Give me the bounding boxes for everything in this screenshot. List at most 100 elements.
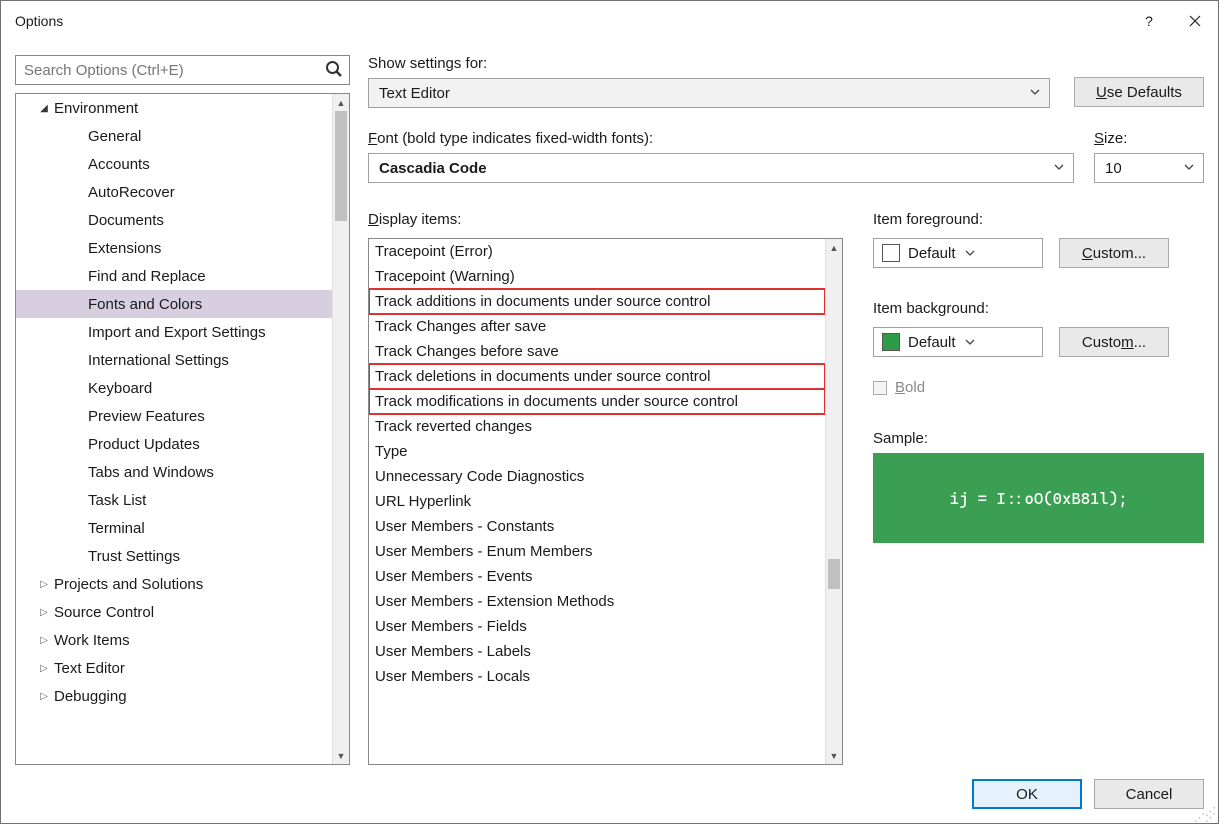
fg-custom-button[interactable]: Custom...	[1059, 238, 1169, 268]
bold-checkbox[interactable]	[873, 381, 887, 395]
caret-expanded-icon	[36, 103, 52, 114]
scrollbar-thumb[interactable]	[335, 111, 347, 221]
bold-checkbox-row[interactable]: Bold	[873, 379, 1204, 396]
tree-node[interactable]: Find and Replace	[16, 262, 332, 290]
chevron-down-icon	[1029, 86, 1041, 98]
size-combo[interactable]: 10	[1094, 153, 1204, 183]
list-item[interactable]: Tracepoint (Error)	[369, 239, 825, 264]
item-bg-combo[interactable]: Default	[873, 327, 1043, 357]
display-items-label: Display items:	[368, 211, 843, 228]
dialog-body: Environment General AccountsAutoRecoverDoc…	[1, 41, 1218, 779]
font-combo[interactable]: Cascadia Code	[368, 153, 1074, 183]
tree-node-label: Product Updates	[86, 436, 200, 453]
scroll-up-icon[interactable]: ▲	[826, 239, 842, 256]
options-tree-wrap: Environment General AccountsAutoRecoverDoc…	[15, 93, 350, 765]
list-item[interactable]: Tracepoint (Warning)	[369, 264, 825, 289]
sample-preview: ij = I::oO(0xB81l);	[873, 453, 1204, 543]
tree-node-label: Terminal	[86, 520, 145, 537]
tree-node[interactable]: Task List	[16, 486, 332, 514]
list-item[interactable]: Track deletions in documents under sourc…	[369, 364, 825, 389]
tree-node[interactable]: Work Items	[16, 626, 332, 654]
list-item[interactable]: Track Changes after save	[369, 314, 825, 339]
list-item[interactable]: URL Hyperlink	[369, 489, 825, 514]
tree-node[interactable]: Product Updates	[16, 430, 332, 458]
item-fg-label: Item foreground:	[873, 211, 1204, 228]
options-dialog: Options ? EnvironmentGeneralAccountsAuto…	[0, 0, 1219, 824]
list-item[interactable]: User Members - Constants	[369, 514, 825, 539]
tree-node[interactable]: Text Editor	[16, 654, 332, 682]
tree-node-label: General	[86, 128, 141, 145]
scrollbar-thumb[interactable]	[828, 559, 840, 589]
list-item[interactable]: User Members - Extension Methods	[369, 589, 825, 614]
tree-node[interactable]: Tabs and Windows	[16, 458, 332, 486]
tree-node-label: Source Control	[52, 604, 154, 621]
tree-scrollbar[interactable]: ▲ ▼	[332, 94, 349, 764]
font-value: Cascadia Code	[379, 160, 487, 177]
list-item[interactable]: User Members - Labels	[369, 639, 825, 664]
tree-node-label: Tabs and Windows	[86, 464, 214, 481]
tree-node[interactable]: Terminal	[16, 514, 332, 542]
tree-node[interactable]: Extensions	[16, 234, 332, 262]
search-field-wrap[interactable]	[15, 55, 350, 85]
scroll-up-icon[interactable]: ▲	[333, 94, 349, 111]
tree-node-label: Preview Features	[86, 408, 205, 425]
sample-label: Sample:	[873, 430, 1204, 447]
list-item[interactable]: Track additions in documents under sourc…	[369, 289, 825, 314]
tree-node-label: Debugging	[52, 688, 127, 705]
main-panel: Show settings for: Text Editor Use Defau…	[368, 55, 1204, 765]
tree-node[interactable]: Source Control	[16, 598, 332, 626]
list-scrollbar[interactable]: ▲ ▼	[825, 239, 842, 764]
tree-node[interactable]: Debugging	[16, 682, 332, 710]
tree-node[interactable]: AutoRecover	[16, 178, 332, 206]
size-label: Size:	[1094, 130, 1204, 147]
list-item[interactable]: User Members - Enum Members	[369, 539, 825, 564]
list-item[interactable]: Type	[369, 439, 825, 464]
search-input[interactable]	[22, 61, 319, 80]
tree-node-label: Text Editor	[52, 660, 125, 677]
ok-button[interactable]: OK	[972, 779, 1082, 809]
list-item[interactable]: Track Changes before save	[369, 339, 825, 364]
bold-label: Bold	[895, 379, 925, 396]
tree-node[interactable]: International Settings	[16, 346, 332, 374]
list-item[interactable]: Unnecessary Code Diagnostics	[369, 464, 825, 489]
list-item[interactable]: User Members - Locals	[369, 664, 825, 689]
tree-node-label: Keyboard	[86, 380, 152, 397]
scroll-down-icon[interactable]: ▼	[333, 747, 349, 764]
help-icon: ?	[1145, 13, 1153, 29]
bg-custom-button[interactable]: Custom...	[1059, 327, 1169, 357]
sidebar: Environment General AccountsAutoRecoverDoc…	[15, 55, 350, 765]
tree-node[interactable]: Keyboard	[16, 374, 332, 402]
scrollbar-track[interactable]	[333, 111, 349, 747]
show-settings-combo[interactable]: Text Editor	[368, 78, 1050, 108]
display-items-list[interactable]: Tracepoint (Error)Tracepoint (Warning)Tr…	[368, 238, 843, 765]
cancel-button[interactable]: Cancel	[1094, 779, 1204, 809]
list-item[interactable]: User Members - Events	[369, 564, 825, 589]
tree-node-label: Extensions	[86, 240, 161, 257]
resize-grip-icon[interactable]: ⋰⋰⋰	[1194, 809, 1216, 821]
color-settings-column: Item foreground: Default Custom... Item …	[873, 211, 1204, 765]
tree-node[interactable]: Preview Features	[16, 402, 332, 430]
tree-node[interactable]: Accounts	[16, 150, 332, 178]
tree-node[interactable]: Trust Settings	[16, 542, 332, 570]
list-item[interactable]: Track reverted changes	[369, 414, 825, 439]
item-bg-label: Item background:	[873, 300, 1204, 317]
item-fg-combo[interactable]: Default	[873, 238, 1043, 268]
options-tree[interactable]: Environment General AccountsAutoRecoverDoc…	[16, 94, 332, 764]
use-defaults-button[interactable]: Use Defaults	[1074, 77, 1204, 107]
search-icon	[325, 60, 343, 78]
caret-collapsed-icon	[36, 579, 52, 590]
tree-node[interactable]: Documents	[16, 206, 332, 234]
list-item[interactable]: Track modifications in documents under s…	[369, 389, 825, 414]
close-icon	[1189, 15, 1201, 27]
list-item[interactable]: User Members - Fields	[369, 614, 825, 639]
tree-node[interactable]: General	[16, 122, 332, 150]
scroll-down-icon[interactable]: ▼	[826, 747, 842, 764]
tree-node-label: International Settings	[86, 352, 229, 369]
caret-collapsed-icon	[36, 691, 52, 702]
help-button[interactable]: ?	[1126, 5, 1172, 37]
tree-node[interactable]: Fonts and Colors	[16, 290, 332, 318]
tree-node[interactable]: Import and Export Settings	[16, 318, 332, 346]
tree-node[interactable]: Projects and Solutions	[16, 570, 332, 598]
tree-node[interactable]: Environment	[16, 94, 332, 122]
close-button[interactable]	[1172, 5, 1218, 37]
